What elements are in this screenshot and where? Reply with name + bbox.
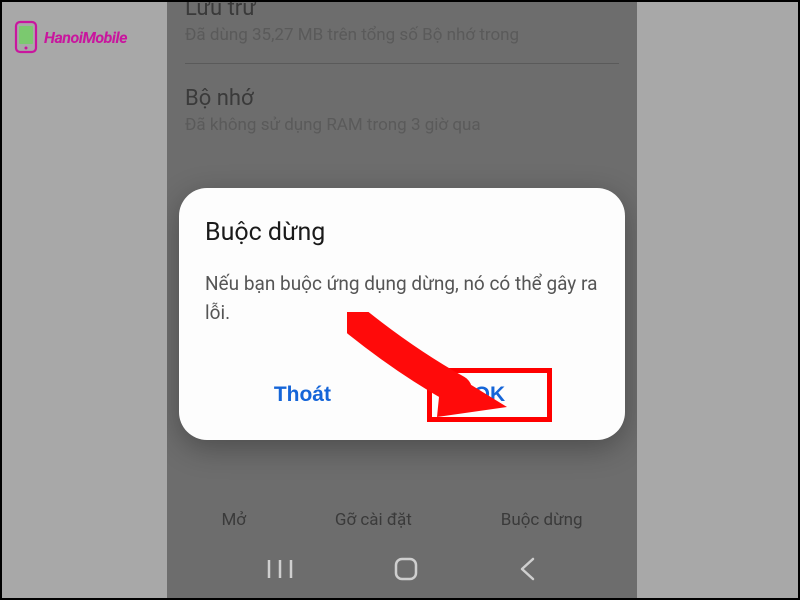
storage-subtitle: Đã dùng 35,27 MB trên tổng số Bộ nhớ tro… (185, 25, 619, 45)
uninstall-action: Gỡ cài đặt (335, 510, 412, 530)
storage-row: Lưu trữ Đã dùng 35,27 MB trên tổng số Bộ… (185, 2, 619, 64)
recents-icon[interactable] (266, 558, 294, 580)
open-action: Mở (221, 510, 246, 530)
ok-button[interactable]: OK (427, 368, 553, 422)
phone-logo-icon (12, 20, 40, 54)
memory-title: Bộ nhớ (185, 76, 619, 111)
dialog-title: Buộc dừng (205, 218, 599, 247)
back-icon[interactable] (518, 556, 538, 582)
dialog-message: Nếu bạn buộc ứng dụng dừng, nó có thể gâ… (205, 269, 599, 328)
storage-title: Lưu trữ (185, 2, 619, 21)
watermark-logo: HanoiMobile (12, 20, 127, 54)
navigation-bar (167, 540, 637, 598)
force-stop-action: Buộc dừng (501, 510, 583, 530)
home-icon[interactable] (393, 556, 419, 582)
memory-subtitle: Đã không sử dụng RAM trong 3 giờ qua (185, 115, 619, 135)
dialog-button-row: Thoát OK (205, 368, 599, 422)
settings-background: Lưu trữ Đã dùng 35,27 MB trên tổng số Bộ… (167, 2, 637, 153)
memory-row: Bộ nhớ Đã không sử dụng RAM trong 3 giờ … (185, 64, 619, 153)
force-stop-dialog: Buộc dừng Nếu bạn buộc ứng dụng dừng, nó… (179, 188, 625, 440)
watermark-text: HanoiMobile (44, 28, 127, 47)
phone-screen: Lưu trữ Đã dùng 35,27 MB trên tổng số Bộ… (167, 2, 637, 598)
cancel-button[interactable]: Thoát (252, 371, 353, 419)
app-action-row: Mở Gỡ cài đặt Buộc dừng (167, 510, 637, 530)
